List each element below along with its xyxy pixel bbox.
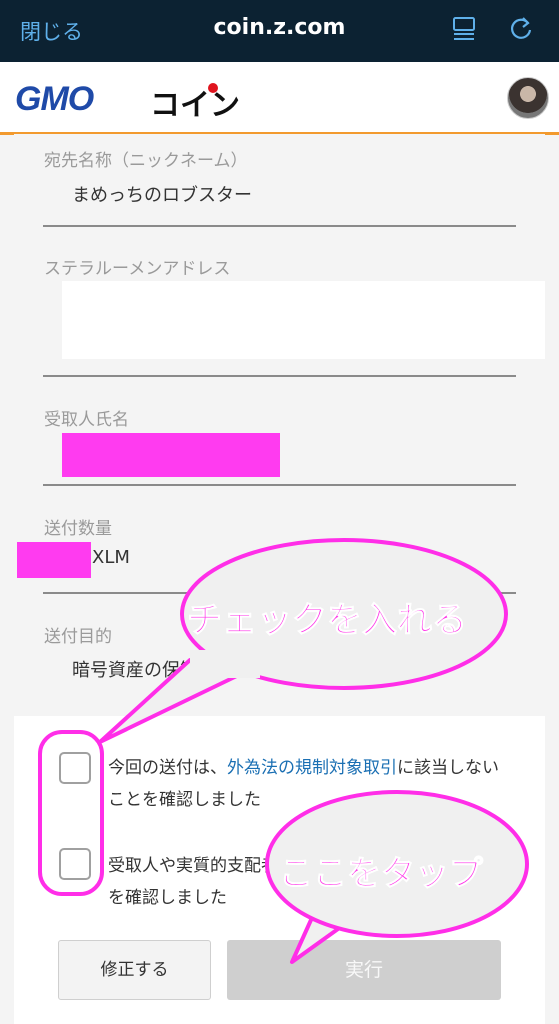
- execute-button[interactable]: 実行: [227, 940, 501, 1000]
- check-row-forex: 今回の送付は、外為法の規制対象取引に該当しないことを確認しました: [14, 752, 545, 822]
- logo-gmo-text: GMO: [15, 80, 94, 118]
- logo-coin-text: コイン: [150, 88, 240, 123]
- recipient-label: 宛先名称（ニックネーム）: [44, 151, 248, 171]
- browser-toolbar: 閉じる coin.z.com: [0, 0, 559, 62]
- amount-redacted: [17, 542, 91, 578]
- check-text-part: 今回の送付は、: [108, 758, 227, 778]
- receiver-name-redacted: [62, 433, 280, 477]
- fix-button[interactable]: 修正する: [58, 940, 211, 1000]
- forex-check-text: 今回の送付は、外為法の規制対象取引に該当しないことを確認しました: [108, 752, 508, 816]
- forex-law-link[interactable]: 外為法の規制対象取引: [227, 758, 397, 778]
- receiver-name-label: 受取人氏名: [44, 410, 129, 430]
- logo-dot: [208, 83, 218, 93]
- user-avatar[interactable]: [507, 77, 549, 119]
- top-bubble-text: チェックを入れる: [186, 601, 468, 642]
- divider: [43, 484, 516, 486]
- divider: [43, 375, 516, 377]
- reload-icon[interactable]: [507, 14, 535, 42]
- bottom-bubble-text: ここをタップ: [279, 854, 484, 895]
- purpose-value: 暗号資産の保管: [72, 660, 198, 681]
- recipient-value: まめっちのロブスター: [72, 185, 252, 206]
- address-redacted: [62, 281, 545, 359]
- reading-list-icon[interactable]: [451, 16, 477, 42]
- purpose-label: 送付目的: [44, 627, 112, 647]
- amount-unit: XLM: [92, 547, 130, 568]
- antisocial-checkbox[interactable]: [59, 848, 91, 880]
- site-header: GMO コイン: [0, 62, 559, 135]
- forex-checkbox[interactable]: [59, 752, 91, 784]
- gmo-coin-logo[interactable]: GMO コイン: [15, 80, 240, 123]
- divider: [43, 225, 516, 227]
- amount-label: 送付数量: [44, 519, 112, 539]
- address-label: ステラルーメンアドレス: [44, 259, 231, 279]
